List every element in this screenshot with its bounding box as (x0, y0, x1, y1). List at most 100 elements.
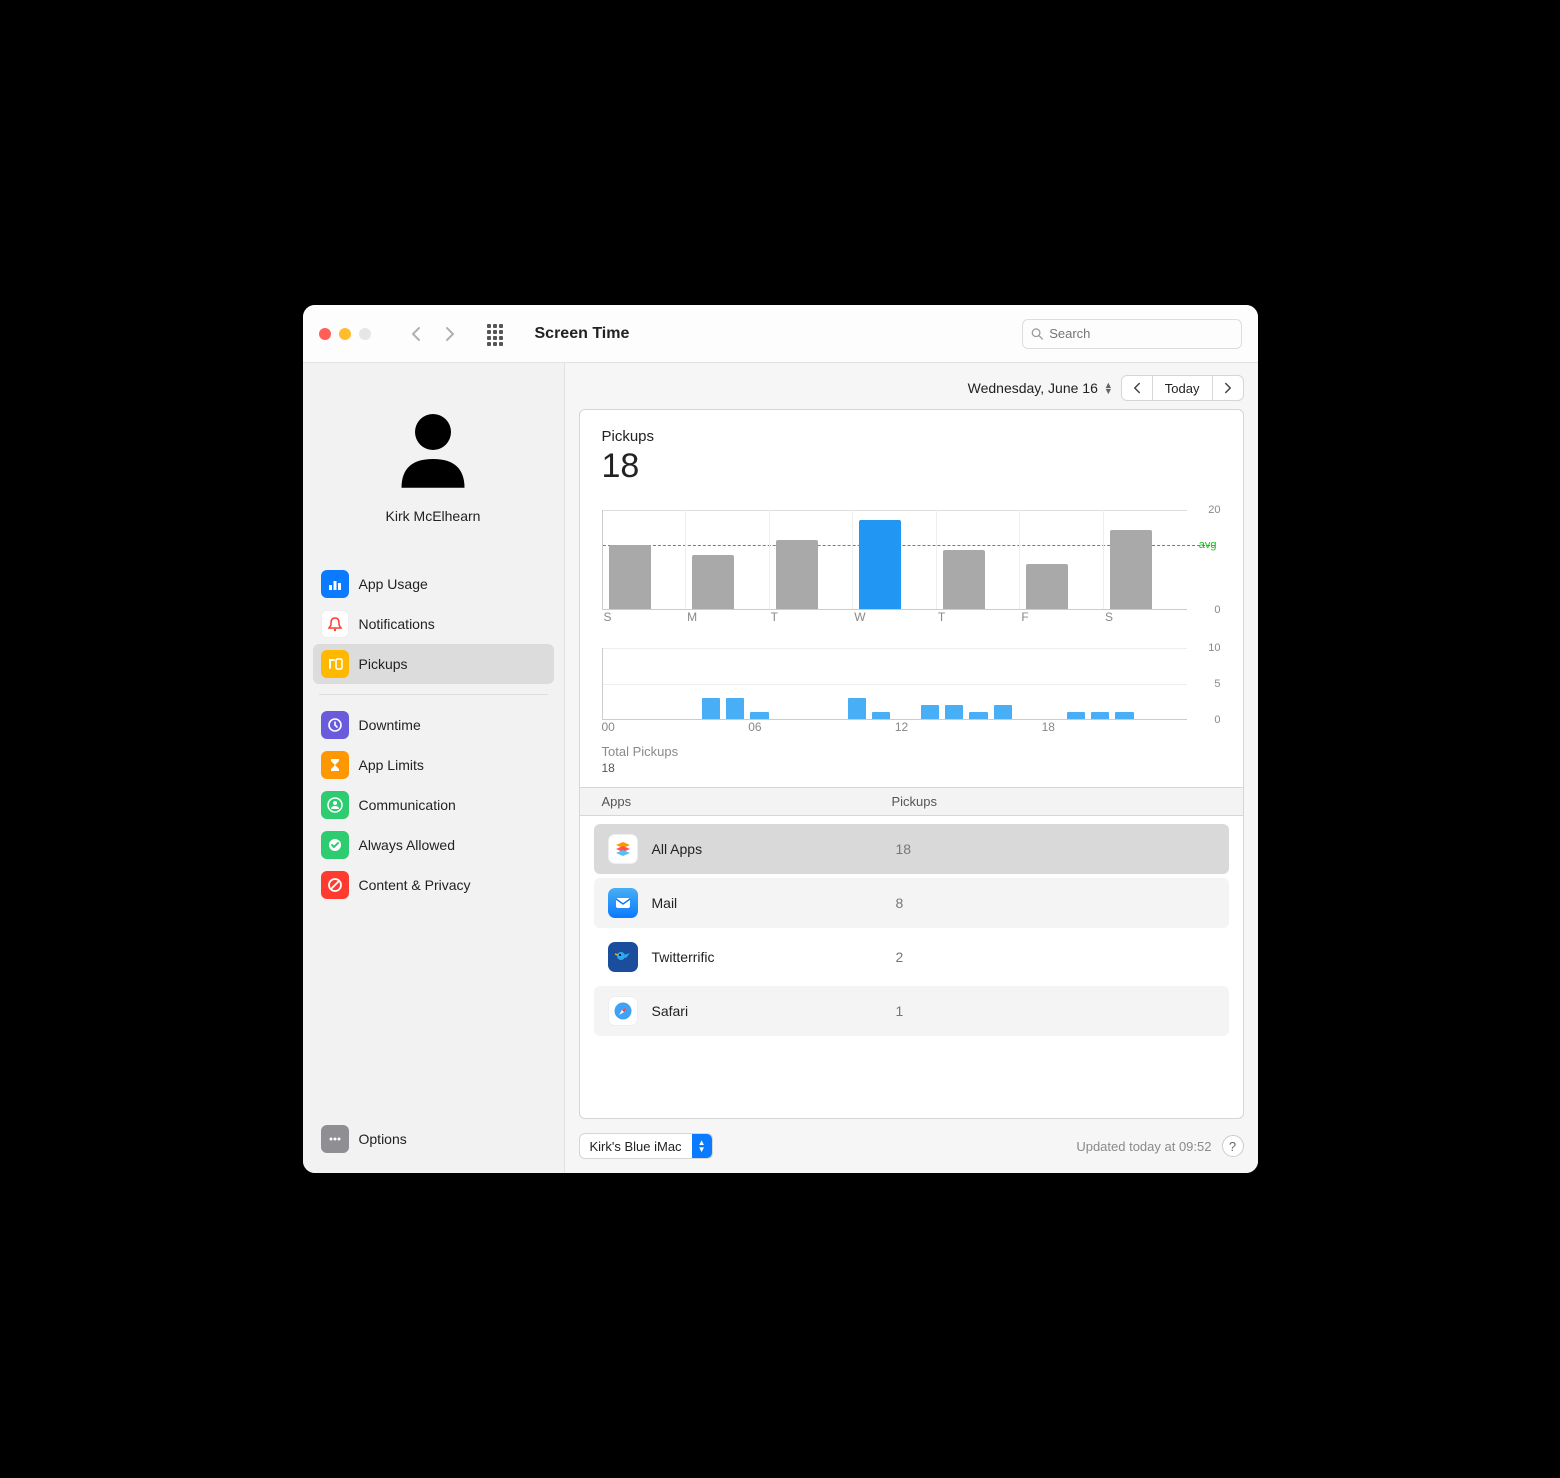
date-popup-button[interactable]: Wednesday, June 16 ▲▼ (968, 380, 1113, 396)
hourly-pickups-chart[interactable]: 0510 (602, 648, 1221, 720)
today-button[interactable]: Today (1153, 375, 1212, 401)
user-avatar-block: Kirk McElhearn (313, 377, 554, 538)
all-prefs-icon[interactable] (487, 324, 507, 344)
footer: Kirk's Blue iMac ▲▼ Updated today at 09:… (579, 1133, 1244, 1159)
nav-back-button[interactable] (403, 321, 429, 347)
total-pickups-value: 18 (602, 761, 1221, 775)
sidebar-item-communication[interactable]: Communication (313, 785, 554, 825)
week-bar[interactable] (859, 520, 901, 609)
clock-icon (321, 711, 349, 739)
th-apps: Apps (602, 794, 892, 809)
th-pickups: Pickups (892, 794, 1221, 809)
hour-bar[interactable] (848, 698, 866, 719)
date-nav: Wednesday, June 16 ▲▼ Today (579, 375, 1244, 401)
pickups-title: Pickups (602, 428, 1221, 445)
weekly-pickups-chart[interactable]: avg 020 (602, 510, 1221, 610)
window-controls (319, 328, 371, 340)
main-content: Wednesday, June 16 ▲▼ Today (565, 363, 1258, 1173)
ellipsis-icon (321, 1125, 349, 1153)
hour-bar[interactable] (1115, 712, 1133, 719)
apps-table-header: Apps Pickups (580, 787, 1243, 816)
week-y-axis: 020 (1187, 510, 1221, 610)
bird-icon (608, 942, 638, 972)
help-button[interactable]: ? (1222, 1135, 1244, 1157)
app-row-twitterrific[interactable]: Twitterrific 2 (594, 932, 1229, 982)
prev-day-button[interactable] (1121, 375, 1153, 401)
app-name: All Apps (652, 841, 882, 857)
week-bar[interactable] (1026, 564, 1068, 609)
search-icon (1031, 327, 1044, 341)
week-bar[interactable] (1110, 530, 1152, 609)
app-count: 1 (896, 1003, 1215, 1019)
next-day-button[interactable] (1212, 375, 1244, 401)
hour-x-axis: 00061218 (602, 720, 1221, 734)
device-label: Kirk's Blue iMac (590, 1139, 682, 1154)
sidebar-item-label: Options (359, 1131, 407, 1147)
sidebar-item-label: Always Allowed (359, 837, 456, 853)
titlebar: Screen Time (303, 305, 1258, 363)
window-title: Screen Time (535, 325, 630, 343)
nosign-icon (321, 871, 349, 899)
device-picker[interactable]: Kirk's Blue iMac ▲▼ (579, 1133, 713, 1159)
zoom-button[interactable] (359, 328, 371, 340)
app-row-all-apps[interactable]: All Apps 18 (594, 824, 1229, 874)
hour-bar[interactable] (1091, 712, 1109, 719)
sidebar-item-label: App Usage (359, 576, 428, 592)
sidebar-item-notifications[interactable]: Notifications (313, 604, 554, 644)
sidebar-divider (319, 694, 548, 695)
sidebar-item-app-limits[interactable]: App Limits (313, 745, 554, 785)
hourglass-icon (321, 751, 349, 779)
nav-forward-button[interactable] (437, 321, 463, 347)
app-row-mail[interactable]: Mail 8 (594, 878, 1229, 928)
hour-bar[interactable] (1067, 712, 1085, 719)
safari-icon (608, 996, 638, 1026)
hour-bar[interactable] (994, 705, 1012, 719)
search-input[interactable] (1049, 326, 1232, 341)
hour-bar[interactable] (750, 712, 768, 719)
updated-label: Updated today at 09:52 (1076, 1139, 1211, 1154)
stepper-chevrons-icon: ▲▼ (692, 1134, 712, 1158)
sidebar-item-options[interactable]: Options (313, 1119, 554, 1159)
close-button[interactable] (319, 328, 331, 340)
app-row-safari[interactable]: Safari 1 (594, 986, 1229, 1036)
hour-bar[interactable] (969, 712, 987, 719)
date-label-text: Wednesday, June 16 (968, 380, 1098, 396)
week-bar[interactable] (943, 550, 985, 609)
week-x-axis: SMTWTFS (602, 610, 1221, 624)
person-circle-icon (321, 791, 349, 819)
sidebar-item-pickups[interactable]: Pickups (313, 644, 554, 684)
pickups-panel: Pickups 18 avg 020 SMTWTFS 0510 000 (579, 409, 1244, 1119)
search-field[interactable] (1022, 319, 1242, 349)
hour-bar[interactable] (945, 705, 963, 719)
sidebar-item-label: Notifications (359, 616, 435, 632)
week-bar[interactable] (776, 540, 818, 609)
help-icon: ? (1229, 1139, 1236, 1154)
hour-y-axis: 0510 (1187, 648, 1221, 720)
sidebar-item-downtime[interactable]: Downtime (313, 705, 554, 745)
sidebar-item-label: Communication (359, 797, 456, 813)
hour-bar[interactable] (726, 698, 744, 719)
sidebar: Kirk McElhearn App Usage Notifications (303, 363, 565, 1173)
app-count: 18 (896, 841, 1215, 857)
mail-icon (608, 888, 638, 918)
week-bar[interactable] (609, 545, 651, 609)
app-name: Safari (652, 1003, 882, 1019)
today-label: Today (1165, 381, 1200, 396)
total-pickups-label: Total Pickups (602, 744, 1221, 759)
user-name: Kirk McElhearn (313, 508, 554, 524)
hour-bar[interactable] (872, 712, 890, 719)
minimize-button[interactable] (339, 328, 351, 340)
stepper-chevrons-icon: ▲▼ (1104, 382, 1113, 394)
app-count: 2 (896, 949, 1215, 965)
week-bar[interactable] (692, 555, 734, 609)
bell-icon (321, 610, 349, 638)
chart-bar-icon (321, 570, 349, 598)
checkmark-seal-icon (321, 831, 349, 859)
sidebar-item-always-allowed[interactable]: Always Allowed (313, 825, 554, 865)
avatar-icon (388, 405, 478, 495)
hour-bar[interactable] (702, 698, 720, 719)
apps-table-body: All Apps 18 Mail 8 Twitter (580, 816, 1243, 1054)
hour-bar[interactable] (921, 705, 939, 719)
sidebar-item-app-usage[interactable]: App Usage (313, 564, 554, 604)
sidebar-item-content-privacy[interactable]: Content & Privacy (313, 865, 554, 905)
